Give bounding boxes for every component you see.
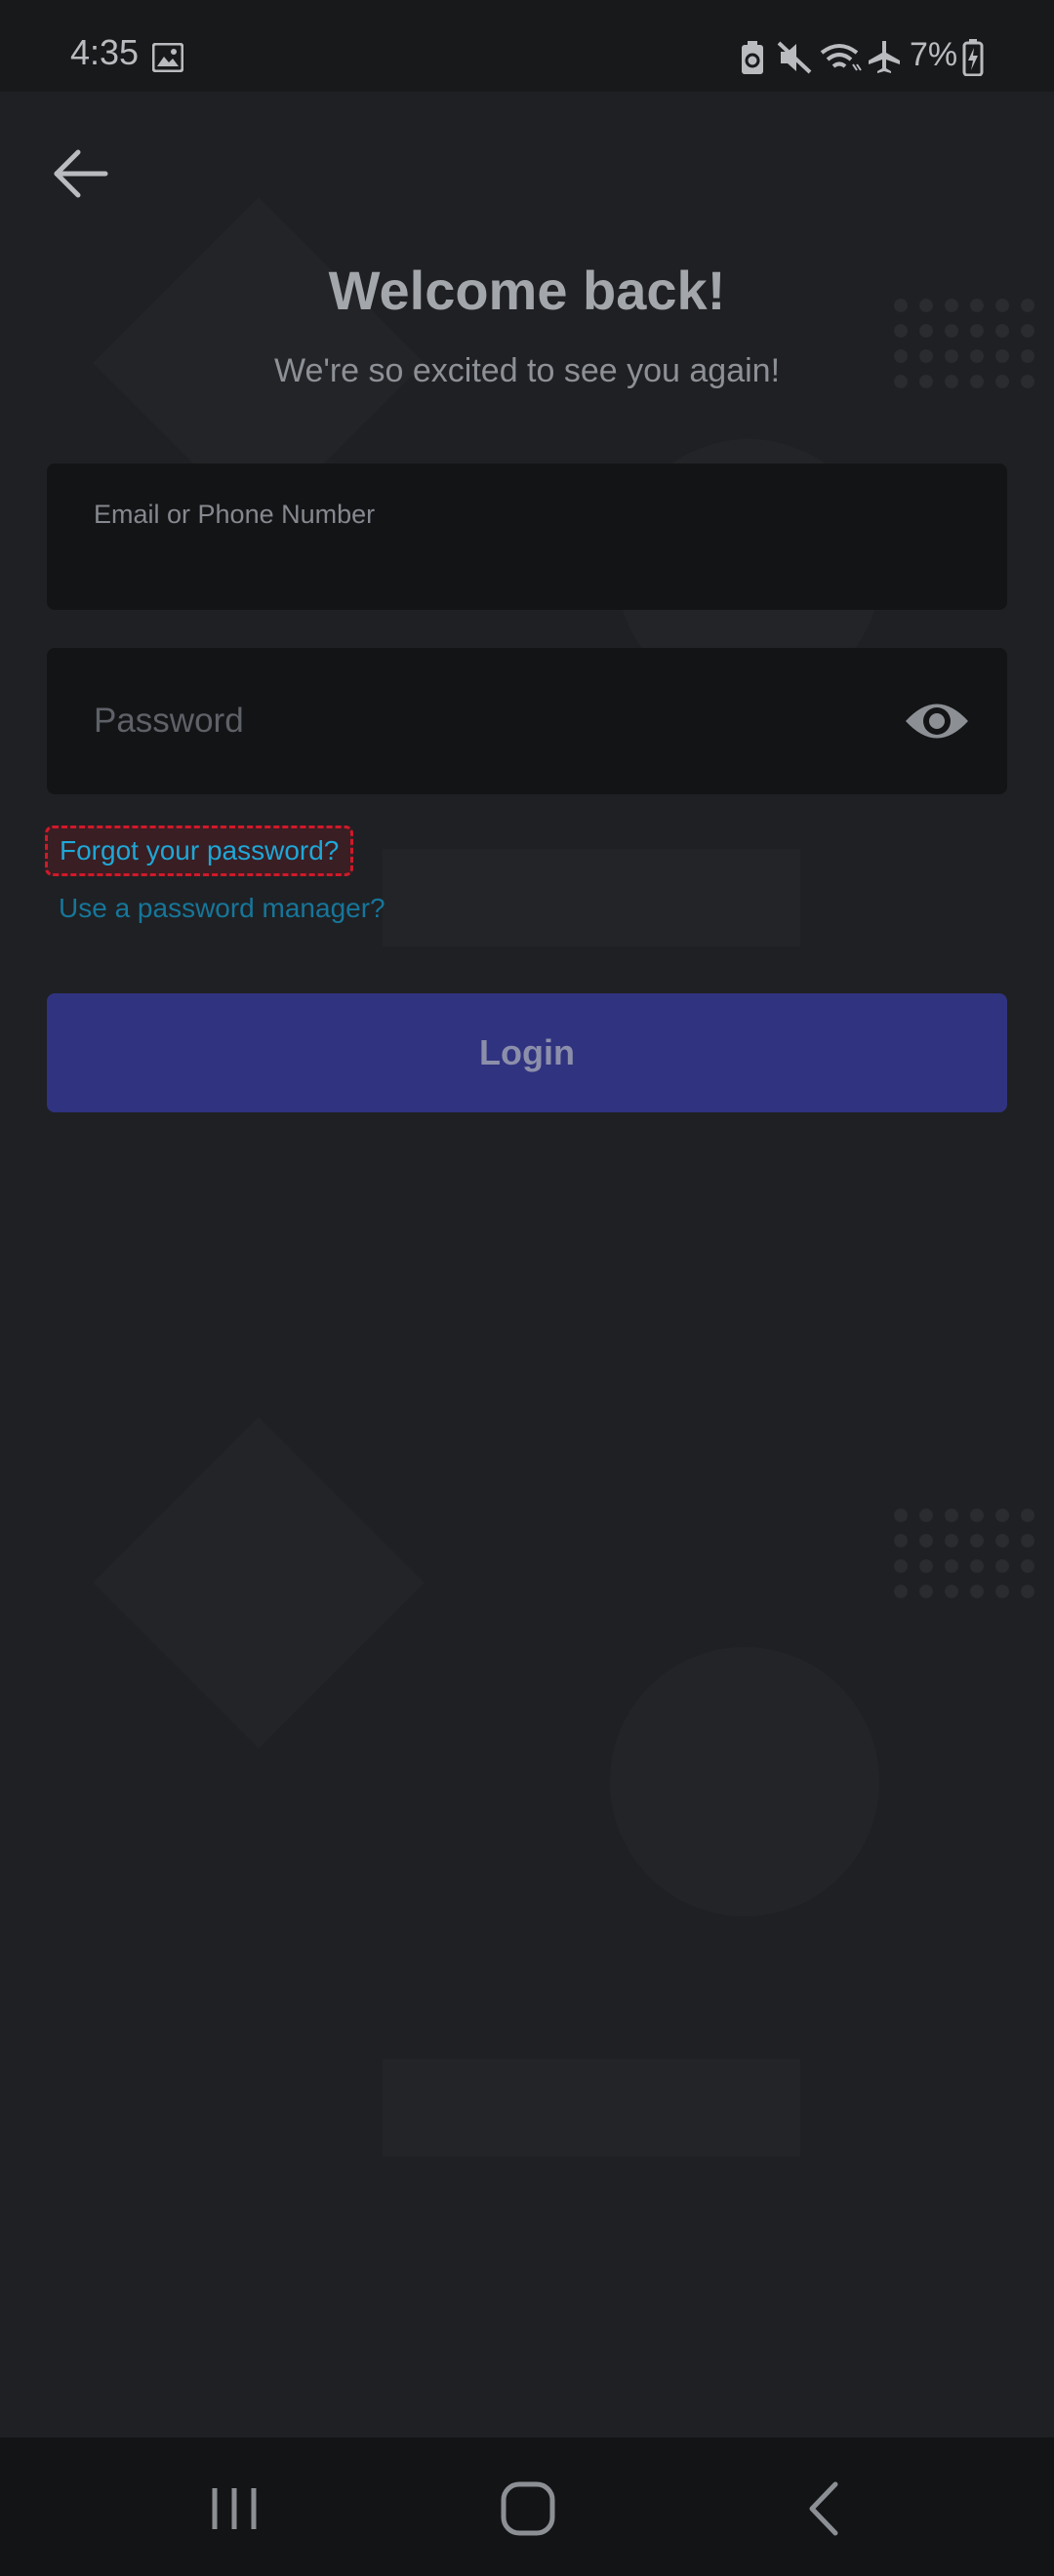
status-time: 4:35 — [70, 32, 140, 72]
password-manager-link[interactable]: Use a password manager? — [59, 892, 385, 925]
background-decoration — [383, 849, 800, 946]
forgot-password-link[interactable]: Forgot your password? — [45, 825, 354, 876]
battery-saver-icon — [742, 41, 763, 74]
recent-apps-icon[interactable] — [200, 2475, 268, 2543]
mute-icon — [777, 41, 812, 74]
gallery-icon — [152, 43, 183, 72]
back-arrow-icon[interactable] — [49, 141, 113, 206]
password-placeholder: Password — [94, 702, 244, 740]
page-title: Welcome back! — [328, 260, 726, 321]
battery-percentage: 7% — [910, 36, 958, 73]
back-icon[interactable] — [790, 2475, 859, 2543]
eye-icon[interactable] — [904, 695, 970, 747]
airplane-mode-icon — [869, 41, 900, 73]
background-decoration — [93, 1417, 425, 1749]
background-dots — [888, 1503, 1044, 1610]
email-field-label: Email or Phone Number — [94, 500, 376, 529]
background-decoration — [383, 2059, 800, 2156]
background-decoration — [610, 1647, 879, 1916]
login-button-label: Login — [479, 1032, 575, 1072]
wifi-icon — [820, 44, 862, 71]
status-bar: 4:35 7% — [0, 0, 1054, 92]
navigation-bar — [0, 2437, 1054, 2576]
battery-charging-icon — [962, 39, 984, 76]
email-field[interactable]: Email or Phone Number — [47, 463, 1007, 610]
login-button[interactable]: Login — [47, 993, 1007, 1112]
home-icon[interactable] — [494, 2475, 562, 2543]
page-subtitle: We're so excited to see you again! — [273, 352, 781, 389]
password-field[interactable]: Password — [47, 648, 1007, 794]
